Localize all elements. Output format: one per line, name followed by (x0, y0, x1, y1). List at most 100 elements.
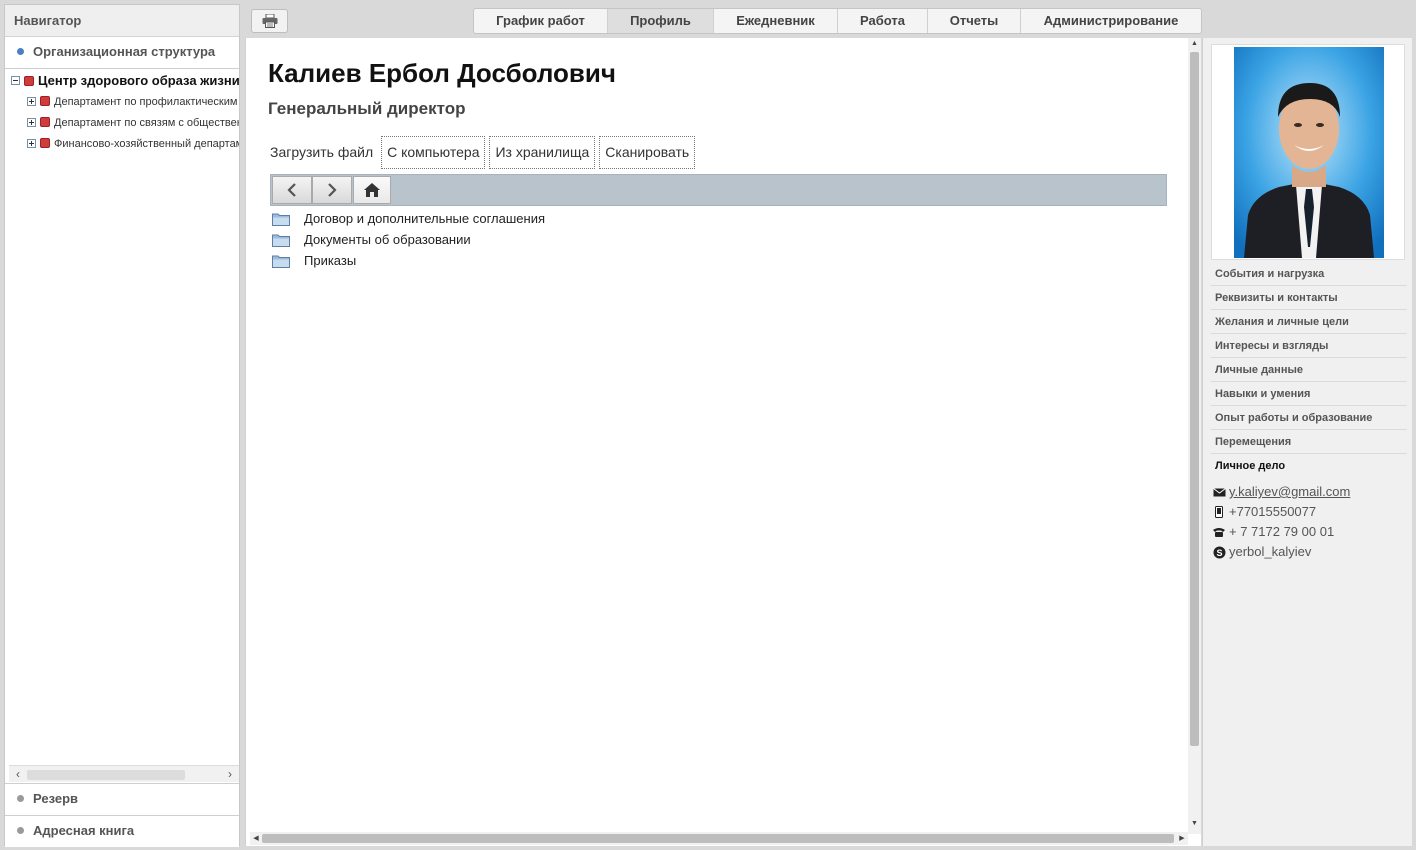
back-button[interactable] (272, 176, 312, 204)
contacts: y.kaliyev@gmail.com +77015550077 + 7 717… (1211, 482, 1350, 562)
tree-node-root[interactable]: Центр здорового образа жизни (5, 70, 239, 92)
bullet-icon (17, 795, 24, 803)
nav-section-address-book[interactable]: Адресная книга (5, 815, 239, 847)
department-icon (40, 138, 50, 149)
phone-number: + 7 7172 79 00 01 (1229, 524, 1335, 539)
telephone-icon (1211, 527, 1227, 537)
person-position: Генеральный директор (268, 99, 466, 118)
upload-bar: Загрузить файл С компьютера Из хранилища… (270, 135, 696, 169)
folder-label: Договор и дополнительные соглашения (304, 211, 546, 226)
main-vertical-scrollbar[interactable]: ▲ ▼ (1188, 38, 1201, 834)
svg-text:S: S (1216, 548, 1222, 558)
contact-email: y.kaliyev@gmail.com (1211, 482, 1350, 502)
folder-label: Приказы (304, 253, 357, 268)
tree-node-label: Центр здорового образа жизни (38, 73, 239, 88)
scroll-right-icon[interactable]: ▶ (1177, 832, 1187, 845)
folder-item[interactable]: Документы об образовании (272, 229, 545, 250)
expand-icon[interactable] (27, 138, 36, 148)
profile-menu-transfers[interactable]: Перемещения (1211, 430, 1407, 454)
scroll-up-icon[interactable]: ▲ (1188, 40, 1201, 47)
folder-item[interactable]: Приказы (272, 250, 545, 271)
tree-node-label: Департамент по профилактическим программ… (54, 96, 239, 108)
tab-reports[interactable]: Отчеты (928, 9, 1021, 33)
skype-icon: S (1211, 546, 1227, 559)
forward-button[interactable] (312, 176, 352, 204)
upload-from-storage-button[interactable]: Из хранилища (489, 135, 596, 169)
folder-icon (272, 212, 290, 226)
expand-icon[interactable] (27, 117, 36, 127)
bullet-icon (17, 48, 24, 56)
email-link[interactable]: y.kaliyev@gmail.com (1229, 482, 1350, 502)
tab-schedule[interactable]: График работ (474, 9, 608, 33)
org-tree: Центр здорового образа жизни Департамент… (5, 70, 239, 765)
profile-menu-requisites[interactable]: Реквизиты и контакты (1211, 286, 1407, 310)
tree-node-label: Департамент по связям с общественностью (54, 117, 239, 129)
tab-administration[interactable]: Администрирование (1021, 9, 1201, 33)
mobile-number: +77015550077 (1229, 504, 1317, 519)
tab-diary[interactable]: Ежедневник (714, 9, 838, 33)
scrollbar-thumb[interactable] (27, 770, 185, 780)
tree-node-label: Финансово-хозяйственный департамент (54, 138, 239, 150)
nav-section-label: Резерв (33, 791, 79, 806)
tree-node-child[interactable]: Финансово-хозяйственный департамент (5, 134, 239, 155)
home-button[interactable] (353, 176, 391, 204)
contact-mobile: +77015550077 (1211, 502, 1350, 522)
profile-photo (1234, 47, 1384, 258)
envelope-icon (1211, 487, 1227, 497)
scroll-right-icon[interactable]: › (223, 766, 237, 783)
main-horizontal-scrollbar[interactable]: ◀ ▶ (250, 832, 1188, 845)
person-name: Калиев Ербол Досболович (268, 58, 616, 88)
profile-menu-experience[interactable]: Опыт работы и образование (1211, 406, 1407, 430)
scrollbar-thumb[interactable] (262, 834, 1174, 843)
scan-button[interactable]: Сканировать (599, 135, 696, 169)
profile-menu-personal-data[interactable]: Личные данные (1211, 358, 1407, 382)
upload-label: Загрузить файл (270, 144, 374, 160)
navigator-panel: Навигатор Организационная структура Цент… (4, 4, 240, 847)
chevron-right-icon (328, 183, 337, 197)
photo-frame (1211, 44, 1405, 260)
profile-menu-goals[interactable]: Желания и личные цели (1211, 310, 1407, 334)
department-icon (40, 96, 50, 107)
scroll-left-icon[interactable]: ◀ (251, 832, 261, 845)
profile-menu: События и нагрузка Реквизиты и контакты … (1211, 262, 1407, 478)
printer-icon (262, 14, 277, 28)
profile-menu-events[interactable]: События и нагрузка (1211, 262, 1407, 286)
folder-icon (272, 254, 290, 268)
tab-work[interactable]: Работа (838, 9, 928, 33)
tree-horizontal-scrollbar[interactable]: ‹ › (9, 765, 239, 782)
nav-section-label: Адресная книга (33, 823, 135, 838)
navigator-title: Навигатор (5, 5, 239, 37)
home-icon (364, 183, 380, 197)
scroll-left-icon[interactable]: ‹ (11, 766, 25, 783)
contact-phone: + 7 7172 79 00 01 (1211, 522, 1350, 542)
scroll-down-icon[interactable]: ▼ (1188, 820, 1201, 827)
profile-side-panel: События и нагрузка Реквизиты и контакты … (1202, 38, 1412, 846)
contact-skype: S yerbol_kalyiev (1211, 542, 1350, 562)
folder-label: Документы об образовании (304, 232, 471, 247)
expand-icon[interactable] (27, 96, 36, 106)
tree-node-child[interactable]: Департамент по связям с общественностью (5, 113, 239, 134)
profile-menu-personal-file[interactable]: Личное дело (1211, 454, 1407, 478)
skype-name: yerbol_kalyiev (1229, 544, 1312, 559)
nav-section-org-structure[interactable]: Организационная структура (5, 37, 239, 69)
chevron-left-icon (287, 183, 296, 197)
upload-from-computer-button[interactable]: С компьютера (381, 135, 486, 169)
folder-list: Договор и дополнительные соглашения Доку… (272, 208, 545, 271)
scrollbar-thumb[interactable] (1190, 52, 1199, 746)
main-tabs: График работ Профиль Ежедневник Работа О… (473, 8, 1202, 34)
folder-item[interactable]: Договор и дополнительные соглашения (272, 208, 545, 229)
bullet-icon (17, 827, 24, 835)
file-browser-toolbar (270, 174, 1167, 206)
department-icon (40, 117, 50, 128)
print-button[interactable] (251, 9, 288, 33)
tab-profile[interactable]: Профиль (608, 9, 714, 33)
folder-icon (272, 233, 290, 247)
main-content: Калиев Ербол Досболович Генеральный дире… (245, 38, 1201, 846)
profile-menu-skills[interactable]: Навыки и умения (1211, 382, 1407, 406)
profile-menu-interests[interactable]: Интересы и взгляды (1211, 334, 1407, 358)
nav-section-reserve[interactable]: Резерв (5, 783, 239, 815)
mobile-phone-icon (1211, 506, 1227, 518)
nav-section-label: Организационная структура (33, 44, 216, 59)
tree-node-child[interactable]: Департамент по профилактическим программ… (5, 92, 239, 113)
collapse-icon[interactable] (11, 76, 20, 86)
